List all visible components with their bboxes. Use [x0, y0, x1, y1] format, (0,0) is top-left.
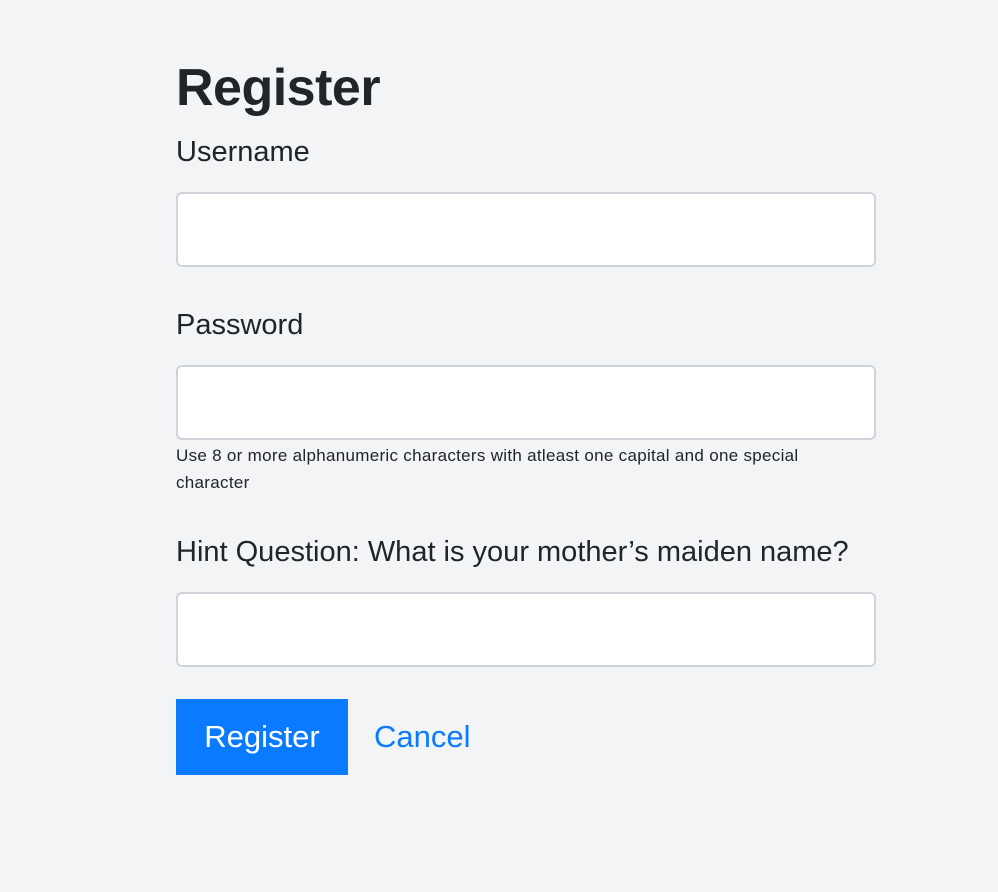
register-form: Register Username Password Use 8 or more… — [176, 56, 876, 775]
password-group: Password Use 8 or more alphanumeric char… — [176, 301, 876, 496]
username-group: Username — [176, 128, 876, 267]
hint-question-label: Hint Question: What is your mother’s mai… — [176, 536, 849, 568]
register-button[interactable]: Register — [176, 699, 348, 775]
password-label: Password — [176, 309, 304, 341]
password-help-text: Use 8 or more alphanumeric characters wi… — [176, 446, 799, 492]
hint-group: Hint Question: What is your mother’s mai… — [176, 528, 876, 667]
cancel-link[interactable]: Cancel — [374, 719, 471, 755]
page-title: Register — [176, 59, 381, 117]
form-actions: Register Cancel — [176, 699, 876, 775]
hint-answer-input[interactable] — [176, 592, 876, 667]
username-input[interactable] — [176, 192, 876, 267]
password-input[interactable] — [176, 365, 876, 440]
username-label: Username — [176, 136, 310, 168]
